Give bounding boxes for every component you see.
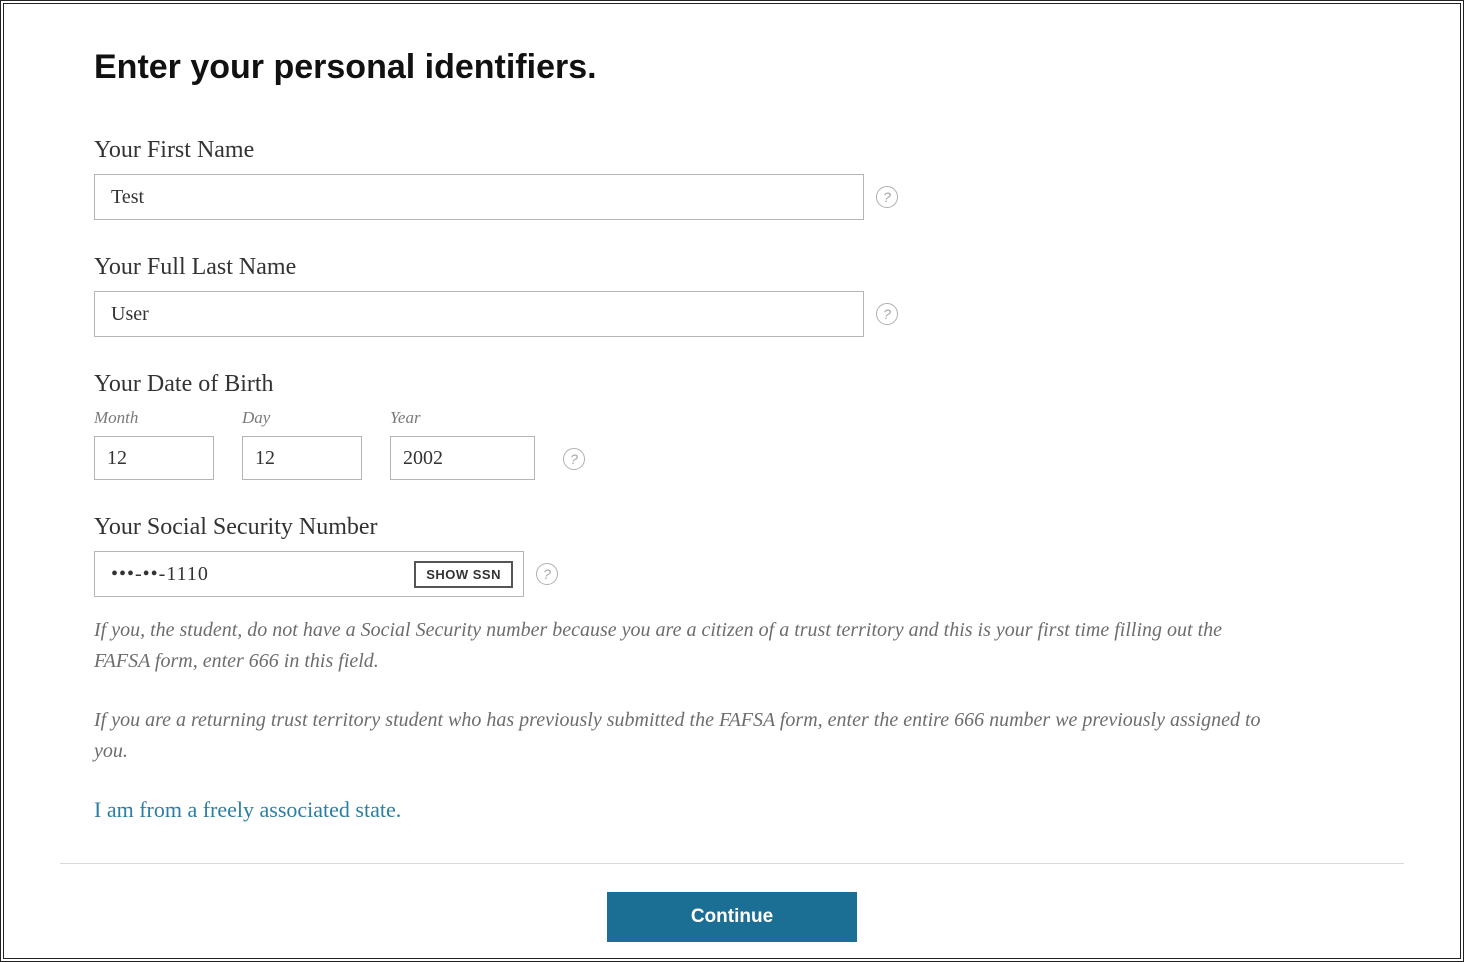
form-container: Enter your personal identifiers. Your Fi… — [4, 4, 1460, 942]
show-ssn-button[interactable]: SHOW SSN — [414, 561, 513, 588]
dob-year-label: Year — [390, 408, 535, 428]
dob-label: Your Date of Birth — [94, 371, 1370, 398]
continue-button[interactable]: Continue — [607, 892, 857, 942]
ssn-field: Your Social Security Number •••-••-1110 … — [94, 514, 1370, 597]
first-name-field: Your First Name ? — [94, 137, 1370, 220]
ssn-help-text-1: If you, the student, do not have a Socia… — [94, 615, 1274, 677]
freely-associated-state-link[interactable]: I am from a freely associated state. — [94, 797, 1370, 823]
last-name-field: Your Full Last Name ? — [94, 254, 1370, 337]
first-name-label: Your First Name — [94, 137, 1370, 164]
page-title: Enter your personal identifiers. — [94, 48, 1370, 87]
help-icon[interactable]: ? — [876, 186, 898, 208]
dob-month-input[interactable] — [94, 436, 214, 480]
ssn-label: Your Social Security Number — [94, 514, 1370, 541]
last-name-label: Your Full Last Name — [94, 254, 1370, 281]
help-icon[interactable]: ? — [876, 303, 898, 325]
last-name-input[interactable] — [94, 291, 864, 337]
help-icon[interactable]: ? — [563, 448, 585, 470]
dob-day-label: Day — [242, 408, 362, 428]
dob-month-label: Month — [94, 408, 214, 428]
help-icon[interactable]: ? — [536, 563, 558, 585]
first-name-input[interactable] — [94, 174, 864, 220]
ssn-input-wrap[interactable]: •••-••-1110 SHOW SSN — [94, 551, 524, 597]
divider — [60, 863, 1404, 864]
dob-day-input[interactable] — [242, 436, 362, 480]
ssn-help-text-2: If you are a returning trust territory s… — [94, 705, 1274, 767]
ssn-masked-value: •••-••-1110 — [111, 563, 404, 586]
dob-year-input[interactable] — [390, 436, 535, 480]
dob-field: Your Date of Birth Month Day Year ? — [94, 371, 1370, 480]
